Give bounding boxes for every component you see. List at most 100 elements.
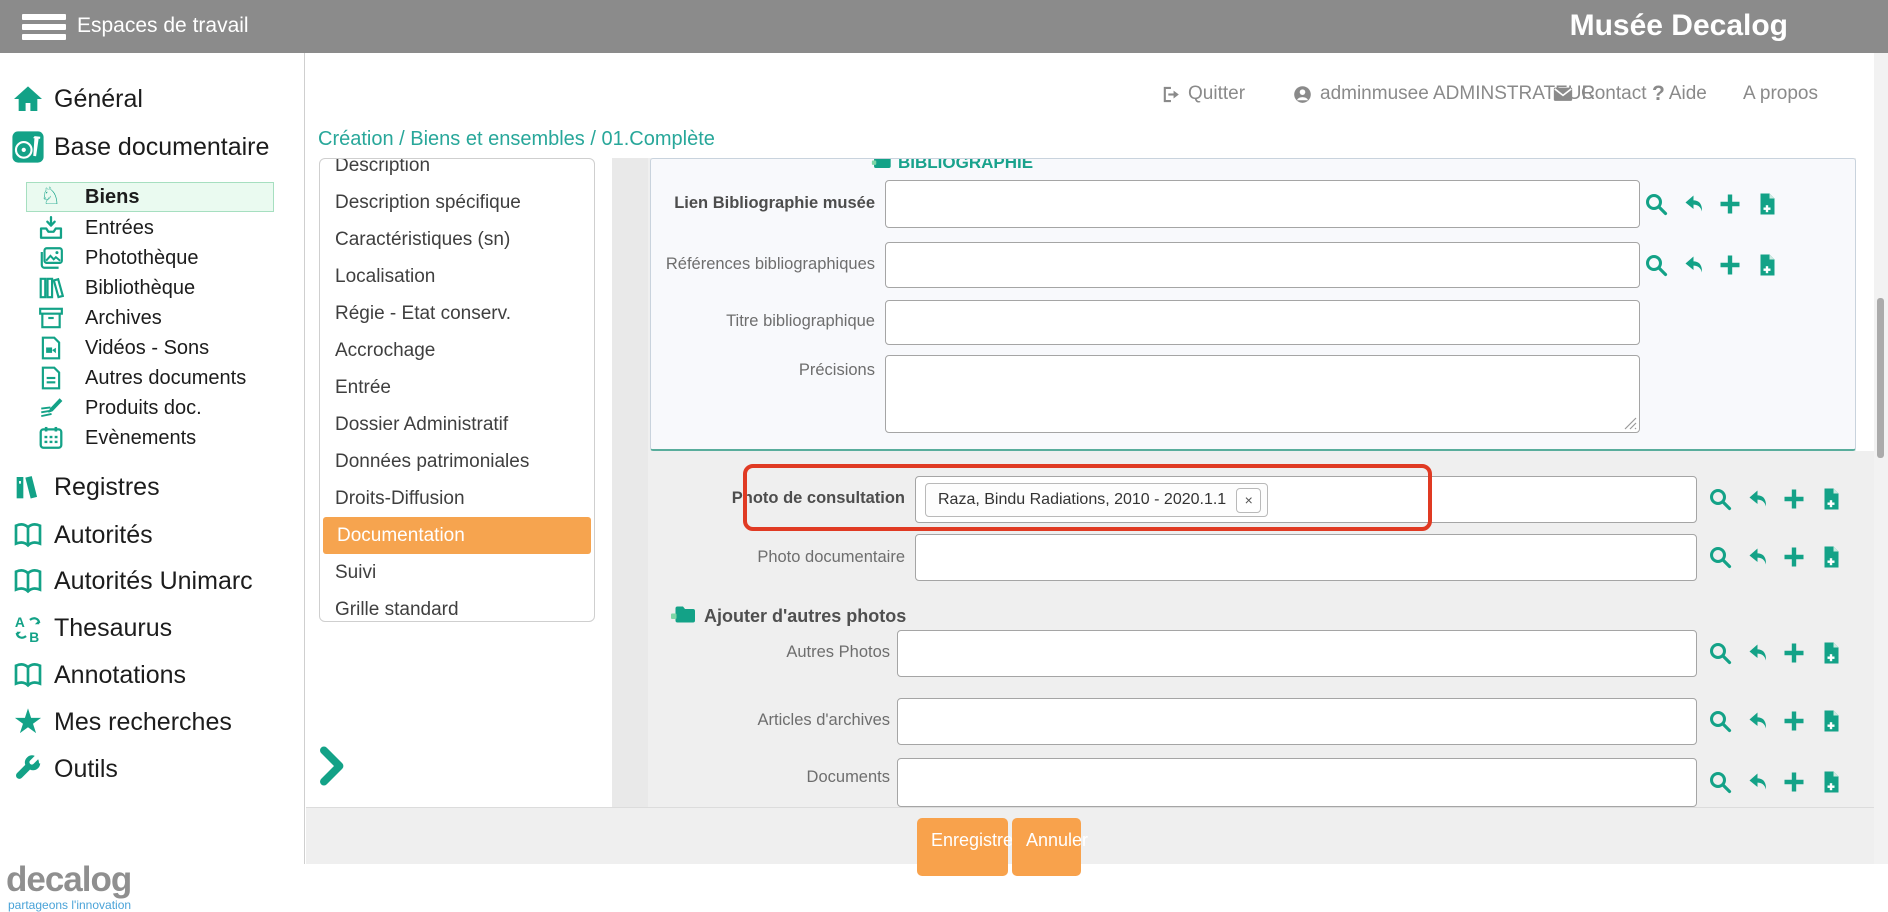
articles-archives-input[interactable] [897, 698, 1697, 745]
home-icon [10, 81, 46, 117]
search-icon[interactable] [1644, 192, 1668, 216]
section-item-active[interactable]: Documentation [323, 517, 591, 554]
sidebar-item-autorites-unimarc[interactable]: Autorités Unimarc [0, 560, 305, 602]
sidebar-item-videos-sons[interactable]: Vidéos - Sons [0, 333, 305, 363]
add-file-icon[interactable] [1819, 545, 1843, 569]
search-icon[interactable] [1708, 487, 1732, 511]
sidebar-item-label: Outils [54, 755, 118, 784]
cancel-button[interactable]: Annuler [1012, 818, 1081, 876]
contact-link[interactable]: Contact [1552, 82, 1646, 106]
chip-remove-button[interactable]: × [1236, 488, 1261, 513]
document-icon [37, 365, 64, 392]
search-icon[interactable] [1708, 641, 1732, 665]
field-actions [1708, 770, 1843, 794]
wrench-icon [10, 751, 46, 787]
search-icon[interactable] [1708, 545, 1732, 569]
references-bibliographiques-input[interactable] [885, 242, 1640, 288]
logout-icon [1160, 84, 1181, 105]
section-item[interactable]: Accrochage [321, 332, 591, 369]
add-file-icon[interactable] [1755, 192, 1779, 216]
decalog-logo-text: decalog [6, 863, 131, 897]
sidebar-item-base-documentaire[interactable]: Base documentaire [0, 126, 305, 168]
star-icon: ★ [10, 704, 46, 740]
add-icon[interactable] [1782, 487, 1806, 511]
section-item[interactable]: Caractéristiques (sn) [321, 221, 591, 258]
sidebar-item-produits-doc[interactable]: Produits doc. [0, 393, 305, 423]
open-book-icon [10, 517, 46, 553]
sidebar-item-general[interactable]: Général [0, 78, 305, 120]
add-icon[interactable] [1782, 770, 1806, 794]
sidebar-item-bibliotheque[interactable]: Bibliothèque [0, 273, 305, 303]
field-label-photo-documentaire: Photo documentaire [648, 548, 905, 567]
sidebar-item-archives[interactable]: Archives [0, 303, 305, 333]
add-file-icon[interactable] [1819, 770, 1843, 794]
sidebar-item-autres-documents[interactable]: Autres documents [0, 363, 305, 393]
form-footer-bar: Enregistrer Annuler [306, 807, 1874, 864]
add-file-icon[interactable] [1755, 253, 1779, 277]
add-icon[interactable] [1782, 545, 1806, 569]
sidebar-item-annotations[interactable]: Annotations [0, 654, 305, 696]
ajouter-photos-header: Ajouter d'autres photos [670, 602, 906, 631]
add-file-icon[interactable] [1819, 487, 1843, 511]
section-item[interactable]: Description [321, 158, 591, 184]
undo-icon[interactable] [1681, 253, 1705, 277]
section-item[interactable]: Données patrimoniales [321, 443, 591, 480]
section-item[interactable]: Description spécifique [321, 184, 591, 221]
scrollbar-thumb[interactable] [1877, 298, 1884, 458]
help-link[interactable]: ? Aide [1652, 82, 1707, 106]
expand-panel-chevron-icon[interactable] [314, 744, 348, 793]
bibliographie-header: BIBLIOGRAPHIE [871, 158, 1033, 176]
add-icon[interactable] [1718, 192, 1742, 216]
section-item[interactable]: Droits-Diffusion [321, 480, 591, 517]
lien-bibliographie-input[interactable] [885, 180, 1640, 228]
section-item[interactable]: Régie - Etat conserv. [321, 295, 591, 332]
section-item[interactable]: Suivi [321, 554, 591, 591]
sidebar-item-biens[interactable]: ♘ Biens [26, 182, 274, 212]
undo-icon[interactable] [1745, 641, 1769, 665]
about-link[interactable]: A propos [1743, 82, 1818, 106]
search-icon[interactable] [1708, 770, 1732, 794]
sidebar-item-label: Base documentaire [54, 133, 269, 162]
search-icon[interactable] [1708, 709, 1732, 733]
search-icon[interactable] [1644, 253, 1668, 277]
section-item[interactable]: Grille standard [321, 591, 591, 622]
sidebar-item-outils[interactable]: Outils [0, 748, 305, 790]
add-icon[interactable] [1782, 641, 1806, 665]
archive-box-icon [37, 305, 64, 332]
autres-photos-input[interactable] [897, 630, 1697, 677]
add-icon[interactable] [1718, 253, 1742, 277]
add-icon[interactable] [1782, 709, 1806, 733]
vertical-scrollbar[interactable] [1874, 53, 1888, 864]
undo-icon[interactable] [1745, 545, 1769, 569]
hamburger-menu-icon[interactable] [22, 14, 66, 40]
sidebar-item-entrees[interactable]: Entrées [0, 213, 305, 243]
save-button[interactable]: Enregistrer [917, 818, 1008, 876]
undo-icon[interactable] [1745, 487, 1769, 511]
titre-bibliographique-input[interactable] [885, 300, 1640, 345]
undo-icon[interactable] [1681, 192, 1705, 216]
undo-icon[interactable] [1745, 709, 1769, 733]
sidebar-item-mes-recherches[interactable]: ★ Mes recherches [0, 701, 305, 743]
user-menu[interactable]: adminmusee ADMINSTRATEUR [1292, 82, 1595, 106]
quit-link[interactable]: Quitter [1160, 82, 1245, 106]
sidebar-item-evenements[interactable]: Evènements [0, 423, 305, 453]
precisions-textarea[interactable] [885, 355, 1640, 433]
documents-input[interactable] [897, 758, 1697, 807]
sidebar-item-thesaurus[interactable]: AB Thesaurus [0, 607, 305, 649]
section-item[interactable]: Entrée [321, 369, 591, 406]
bibliographie-title: BIBLIOGRAPHIE [898, 158, 1033, 173]
field-actions [1708, 487, 1843, 511]
sidebar-item-autorites[interactable]: Autorités [0, 514, 305, 556]
sidebar-item-registres[interactable]: Registres [0, 466, 305, 508]
add-file-icon[interactable] [1819, 709, 1843, 733]
add-file-icon[interactable] [1819, 641, 1843, 665]
breadcrumb: Création / Biens et ensembles / 01.Compl… [318, 128, 715, 151]
sidebar-item-label: Annotations [54, 661, 186, 690]
section-item[interactable]: Dossier Administratif [321, 406, 591, 443]
sidebar-item-label: Registres [54, 473, 160, 502]
form-section-list: Description Description spécifique Carac… [319, 158, 595, 622]
sidebar-item-phototheque[interactable]: Photothèque [0, 243, 305, 273]
section-item[interactable]: Localisation [321, 258, 591, 295]
undo-icon[interactable] [1745, 770, 1769, 794]
photo-documentaire-input[interactable] [915, 534, 1697, 581]
